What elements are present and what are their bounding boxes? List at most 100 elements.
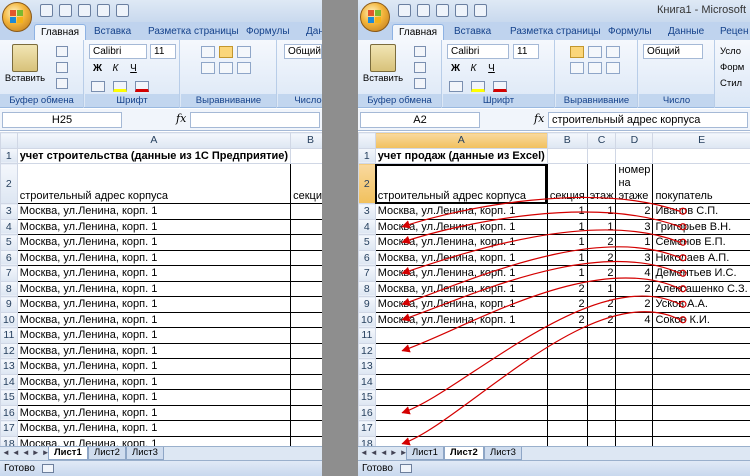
cell[interactable]: Москва, ул.Ленина, корп. 1 bbox=[374, 249, 548, 266]
row-header[interactable]: 12 bbox=[0, 342, 18, 359]
cell[interactable]: 1 bbox=[586, 218, 617, 235]
cell[interactable]: Дементьев И.С. bbox=[652, 265, 750, 282]
cell[interactable]: Москва, ул.Ленина, корп. 1 bbox=[16, 373, 292, 390]
row-header[interactable]: 1 bbox=[0, 147, 18, 164]
tab-home[interactable]: Главная bbox=[392, 24, 445, 40]
sheet-tab-1[interactable]: Лист1 bbox=[48, 447, 88, 460]
cell[interactable] bbox=[586, 404, 617, 421]
cell[interactable]: строительный адрес корпуса bbox=[374, 163, 548, 204]
paste-icon[interactable] bbox=[370, 44, 396, 72]
cell[interactable]: Григорьев В.Н. bbox=[652, 218, 750, 235]
underline-icon[interactable]: Ч bbox=[127, 63, 140, 74]
cell[interactable] bbox=[374, 327, 548, 344]
copy-icon[interactable] bbox=[56, 62, 68, 73]
paste-button-label[interactable]: Вставить bbox=[0, 73, 50, 84]
font-size-field[interactable]: 11 bbox=[513, 44, 539, 59]
cell[interactable]: 3 bbox=[615, 218, 654, 235]
cell[interactable] bbox=[546, 342, 588, 359]
cell[interactable]: 2 bbox=[290, 404, 322, 421]
cell[interactable]: 1 bbox=[290, 265, 322, 282]
tab-formulas[interactable]: Формулы bbox=[602, 24, 658, 40]
cell[interactable] bbox=[374, 342, 548, 359]
cell[interactable]: 2 bbox=[586, 249, 617, 266]
cell[interactable]: Москва, ул.Ленина, корп. 1 bbox=[16, 327, 292, 344]
cell[interactable] bbox=[615, 327, 654, 344]
cell[interactable] bbox=[652, 358, 750, 375]
row-header[interactable]: 8 bbox=[358, 280, 376, 297]
cell[interactable]: Москва, ул.Ленина, корп. 1 bbox=[16, 280, 292, 297]
number-format-field[interactable]: Общий bbox=[643, 44, 703, 59]
row-header[interactable]: 17 bbox=[0, 420, 18, 437]
font-size-field[interactable]: 11 bbox=[150, 44, 176, 59]
row-header[interactable]: 5 bbox=[358, 234, 376, 251]
cell[interactable]: 2 bbox=[615, 296, 654, 313]
cell[interactable] bbox=[652, 327, 750, 344]
cell[interactable]: 1 bbox=[290, 296, 322, 313]
align-center-icon[interactable] bbox=[588, 62, 602, 74]
row-header[interactable]: 3 bbox=[0, 203, 18, 220]
row-header[interactable]: 10 bbox=[0, 311, 18, 328]
align-middle-icon[interactable] bbox=[588, 46, 602, 58]
format-as-table-button[interactable]: Форм bbox=[720, 60, 744, 76]
row-header[interactable]: 11 bbox=[0, 327, 18, 344]
cell[interactable]: Москва, ул.Ленина, корп. 1 bbox=[16, 311, 292, 328]
row-header[interactable]: 8 bbox=[0, 280, 18, 297]
preview-icon[interactable] bbox=[97, 4, 110, 17]
borders-icon[interactable] bbox=[91, 81, 105, 92]
cell[interactable] bbox=[546, 327, 588, 344]
copy-icon[interactable] bbox=[414, 62, 426, 73]
insert-function-icon[interactable]: fx bbox=[534, 112, 544, 125]
macro-record-icon[interactable] bbox=[400, 464, 412, 473]
cell[interactable]: 1 bbox=[546, 265, 588, 282]
row-header[interactable]: 16 bbox=[358, 404, 376, 421]
tab-data[interactable]: Данные bbox=[662, 24, 710, 40]
cell[interactable] bbox=[652, 420, 750, 437]
cell[interactable] bbox=[546, 404, 588, 421]
cell[interactable] bbox=[374, 404, 548, 421]
align-left-icon[interactable] bbox=[201, 62, 215, 74]
sheet-tab-1[interactable]: Лист1 bbox=[406, 447, 444, 460]
cell[interactable]: 1 bbox=[546, 203, 588, 220]
cell[interactable]: 2 bbox=[586, 234, 617, 251]
cell[interactable]: Москва, ул.Ленина, корп. 1 bbox=[374, 218, 548, 235]
row-header[interactable]: 2 bbox=[358, 163, 376, 204]
row-header[interactable]: 10 bbox=[358, 311, 376, 328]
cell[interactable]: 1 bbox=[290, 203, 322, 220]
cell-styles-button[interactable]: Стил bbox=[720, 76, 744, 92]
tab-insert[interactable]: Вставка bbox=[448, 24, 497, 40]
cell[interactable] bbox=[546, 358, 588, 375]
cell[interactable]: Соков К.И. bbox=[652, 311, 750, 328]
format-painter-icon[interactable] bbox=[56, 78, 68, 89]
cell[interactable]: Москва, ул.Ленина, корп. 1 bbox=[16, 420, 292, 437]
column-header[interactable]: E bbox=[652, 132, 750, 149]
cell[interactable] bbox=[615, 404, 654, 421]
cell[interactable] bbox=[615, 147, 654, 164]
italic-icon[interactable]: К bbox=[467, 63, 480, 74]
row-header[interactable]: 13 bbox=[358, 358, 376, 375]
cell[interactable]: 2 bbox=[586, 296, 617, 313]
cell[interactable]: Москва, ул.Ленина, корп. 1 bbox=[16, 389, 292, 406]
cell[interactable]: Москва, ул.Ленина, корп. 1 bbox=[16, 249, 292, 266]
cell[interactable]: Москва, ул.Ленина, корп. 1 bbox=[374, 311, 548, 328]
fill-color-icon[interactable] bbox=[471, 81, 485, 92]
sheet-tab-2[interactable]: Лист2 bbox=[444, 447, 484, 460]
cell[interactable]: Алексашенко С.З. bbox=[652, 280, 750, 297]
sheet-tab-3[interactable]: Лист3 bbox=[126, 447, 164, 460]
row-header[interactable]: 7 bbox=[358, 265, 376, 282]
cell[interactable] bbox=[374, 373, 548, 390]
cell[interactable] bbox=[652, 389, 750, 406]
cell[interactable] bbox=[374, 389, 548, 406]
cell[interactable]: 1 bbox=[290, 218, 322, 235]
row-header[interactable]: 9 bbox=[0, 296, 18, 313]
cell[interactable]: Усков А.А. bbox=[652, 296, 750, 313]
tab-home[interactable]: Главная bbox=[34, 24, 87, 40]
cell[interactable] bbox=[615, 373, 654, 390]
tab-formulas[interactable]: Формулы bbox=[240, 24, 296, 40]
formula-input[interactable]: строительный адрес корпуса bbox=[548, 112, 748, 128]
cell[interactable]: 2 bbox=[290, 389, 322, 406]
cell[interactable] bbox=[615, 389, 654, 406]
cell[interactable]: 1 bbox=[290, 280, 322, 297]
undo-icon[interactable] bbox=[417, 4, 430, 17]
tab-page-layout[interactable]: Разметка страницы bbox=[142, 24, 245, 40]
conditional-format-button[interactable]: Усло bbox=[720, 44, 744, 60]
